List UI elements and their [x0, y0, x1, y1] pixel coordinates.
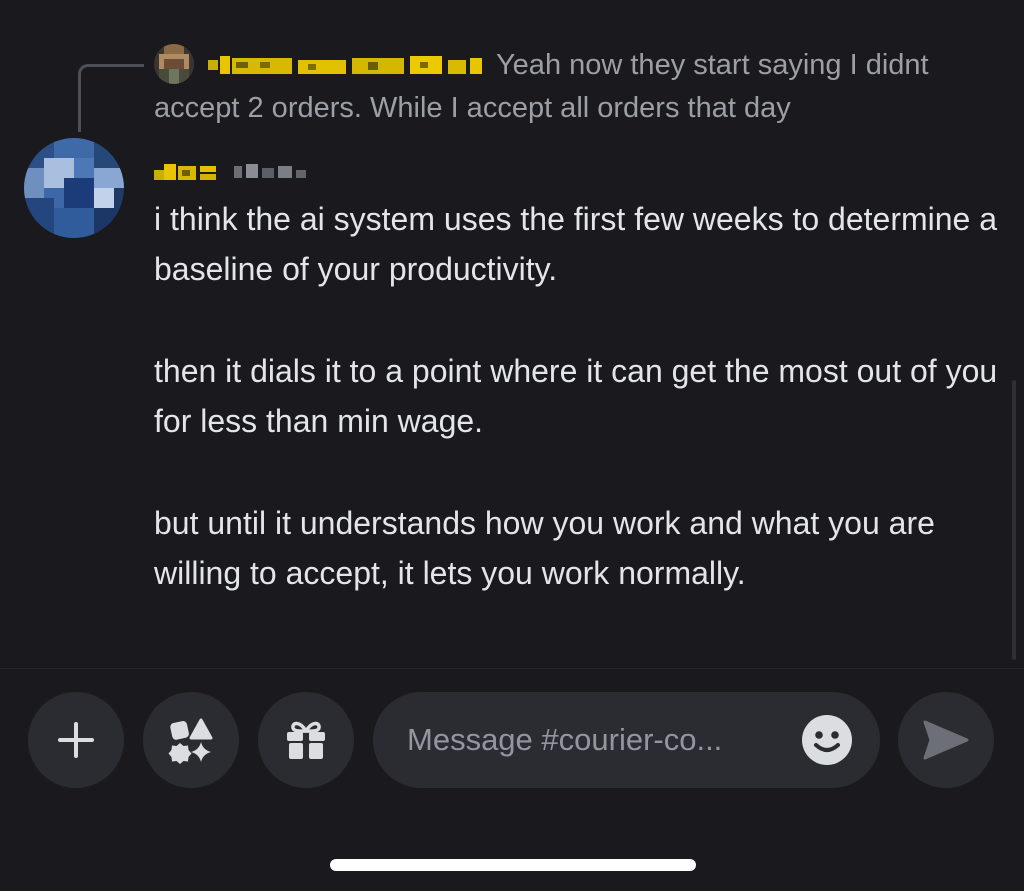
send-button[interactable] — [898, 692, 994, 788]
reply-author-avatar[interactable] — [154, 44, 194, 84]
reply-author-name-censored[interactable] — [208, 52, 484, 78]
message-paragraph: i think the ai system uses the first few… — [154, 201, 998, 287]
message-paragraph: then it dials it to a point where it can… — [154, 353, 998, 439]
author-avatar[interactable] — [24, 138, 124, 238]
chat-area: Yeah now they start saying I didnt accep… — [0, 0, 1024, 668]
gift-button[interactable] — [258, 692, 354, 788]
plus-icon — [58, 722, 94, 758]
attach-button[interactable] — [28, 692, 124, 788]
apps-button[interactable] — [143, 692, 239, 788]
author-name-censored[interactable] — [154, 158, 218, 184]
emoji-button[interactable] — [801, 714, 853, 766]
chat-scrollbar[interactable] — [1012, 380, 1016, 660]
reply-connector — [78, 64, 144, 132]
send-icon — [923, 720, 969, 760]
message-input-container[interactable] — [373, 692, 880, 788]
apps-icon — [168, 718, 213, 764]
message-input[interactable] — [407, 692, 777, 788]
emoji-icon — [802, 715, 852, 765]
home-indicator[interactable] — [330, 859, 696, 871]
message-paragraph: but until it understands how you work an… — [154, 505, 935, 591]
message-timestamp-censored — [234, 160, 308, 182]
message-content[interactable]: i think the ai system uses the first few… — [154, 194, 1004, 650]
gift-icon — [287, 721, 325, 759]
